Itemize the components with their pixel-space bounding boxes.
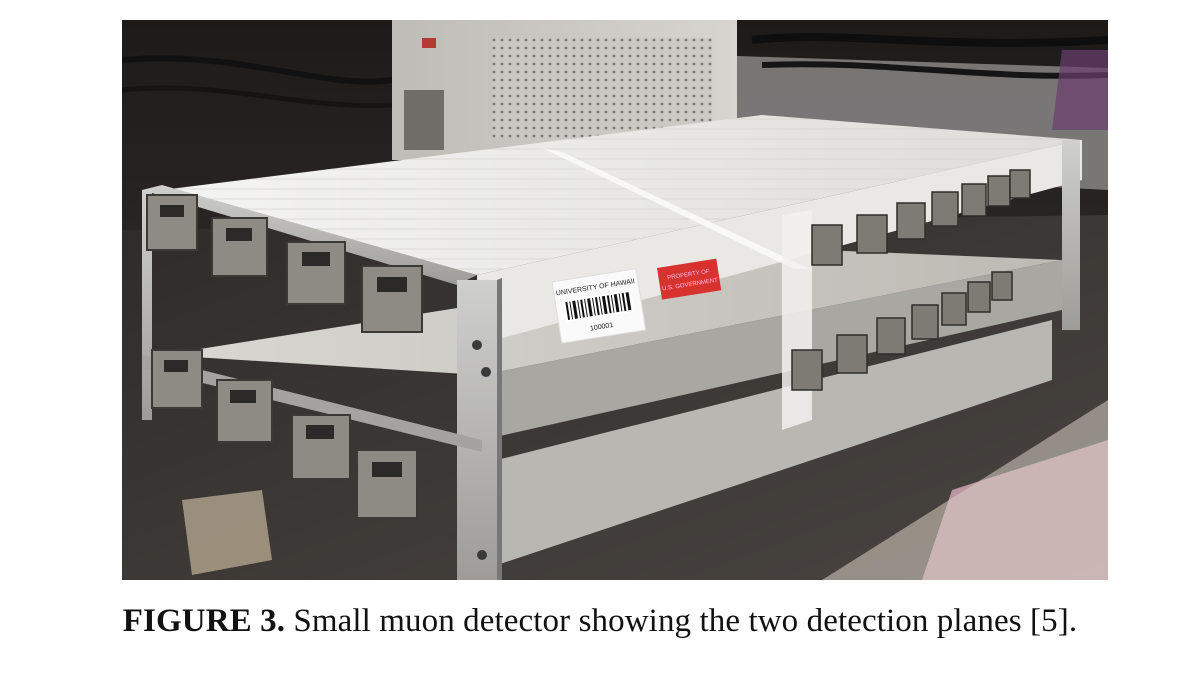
figure-caption-text: Small muon detector showing the two dete… — [293, 603, 1078, 639]
figure-caption: FIGURE 3. Small muon detector showing th… — [0, 603, 1200, 640]
figure-label: FIGURE 3. — [122, 603, 286, 639]
figure-photo: UNIVERSITY OF HAWAII 100001 PROPERTY OF … — [122, 20, 1108, 580]
